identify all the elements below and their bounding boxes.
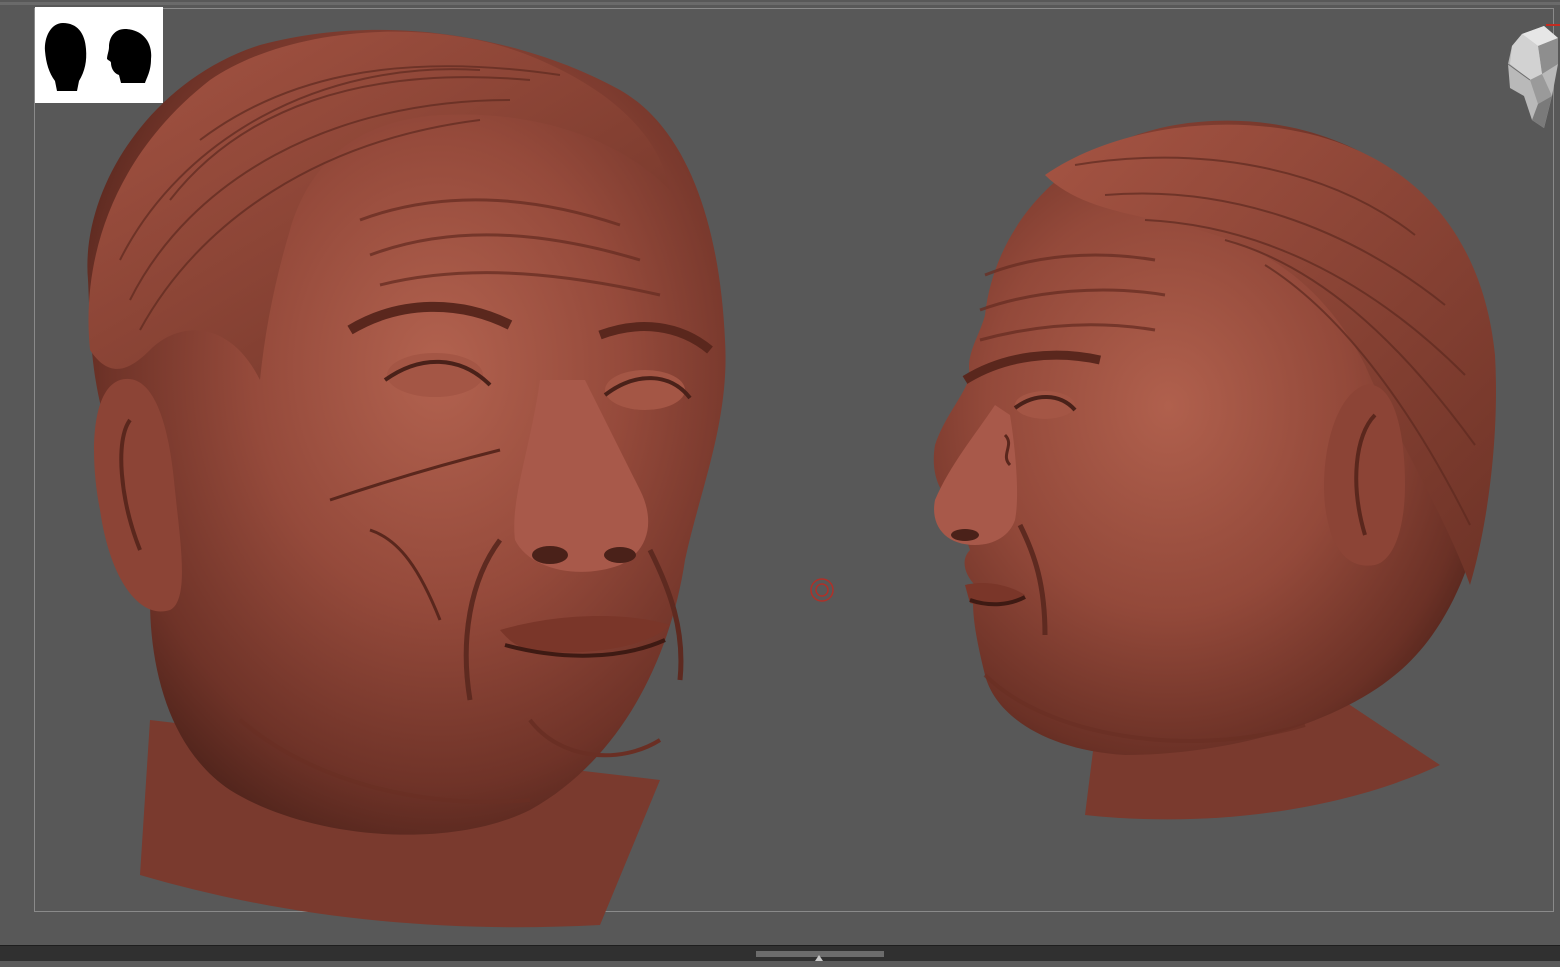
red-indicator xyxy=(1546,12,1560,26)
bottom-tray xyxy=(0,945,1560,961)
viewport-canvas[interactable] xyxy=(0,0,1560,945)
viewport-top-border xyxy=(0,2,1560,5)
chevron-up-icon[interactable] xyxy=(814,948,824,961)
transpose-pivot-icon[interactable] xyxy=(808,576,836,604)
head-navigation-icon[interactable] xyxy=(1502,24,1560,130)
sculpt-head-profile[interactable] xyxy=(925,115,1500,830)
sculpt-head-three-quarter[interactable] xyxy=(60,20,760,945)
